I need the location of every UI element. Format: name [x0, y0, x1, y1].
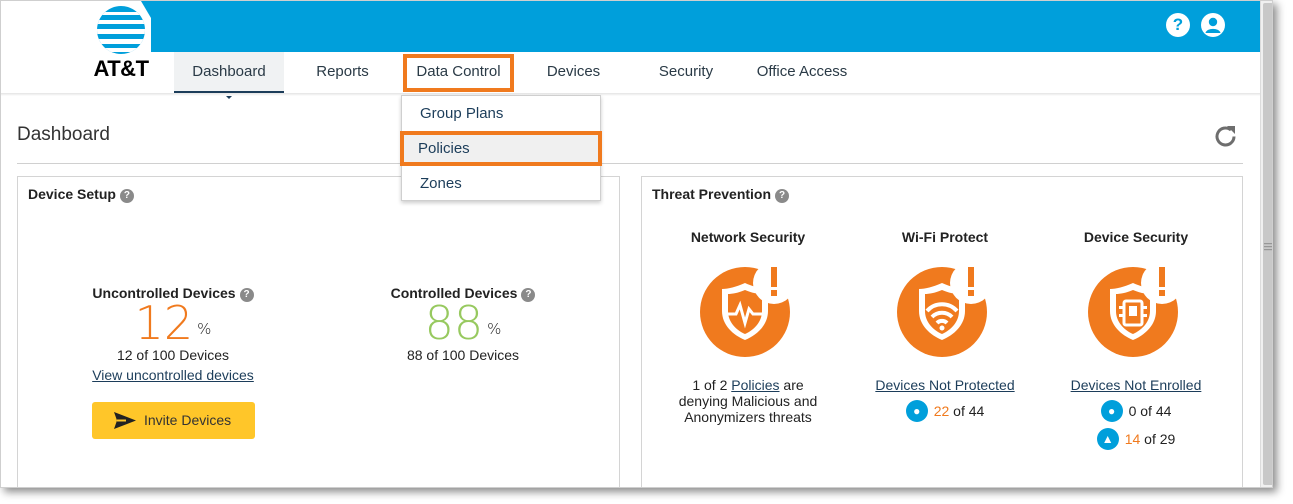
network-security-panel: Network Security 1 of 2 Policies are den… — [668, 229, 828, 425]
controlled-devices-stat: Controlled Devices? 88% 88 of 100 Device… — [363, 285, 563, 363]
page-title: Dashboard — [17, 124, 110, 145]
menu-item-group-plans[interactable]: Group Plans — [402, 96, 600, 131]
uncontrolled-help-icon[interactable]: ? — [239, 288, 254, 302]
device-setup-help-icon[interactable]: ? — [119, 189, 134, 203]
help-icon[interactable]: ? — [1166, 13, 1190, 37]
header-band — [151, 1, 1261, 52]
scrollbar-grip-icon: — — — — [1264, 238, 1273, 254]
nav-tab-devices[interactable]: Devices — [516, 52, 631, 94]
globe-icon — [97, 6, 145, 54]
data-control-dropdown: Group Plans Policies Zones — [400, 95, 602, 201]
wifi-protect-shield-icon — [895, 259, 995, 357]
controlled-percent: 88% — [424, 296, 502, 350]
page-title-divider — [17, 163, 1243, 164]
logo-text: AT&T — [93, 56, 149, 81]
controlled-count: 88 of 100 Devices — [406, 347, 520, 363]
nav-tab-reports[interactable]: Reports — [284, 52, 401, 94]
policies-link[interactable]: Policies — [731, 377, 779, 393]
uncontrolled-count: 12 of 100 Devices — [116, 347, 230, 363]
network-security-title: Network Security — [690, 229, 806, 245]
menu-item-zones[interactable]: Zones — [402, 166, 600, 201]
uncontrolled-percent: 12% — [134, 296, 212, 350]
device-android-count: ▲ 14 of 29 — [1056, 427, 1216, 451]
controlled-help-icon[interactable]: ? — [521, 288, 536, 302]
app-window: AT&T ? Dashboard Reports Data Control De… — [0, 0, 1273, 488]
devices-not-enrolled-link[interactable]: Devices Not Enrolled — [1071, 377, 1202, 393]
att-logo[interactable]: AT&T — [89, 6, 153, 84]
device-security-panel: Device Security Devices Not Enrolled ● 0 … — [1056, 229, 1216, 451]
threat-prevention-help-icon[interactable]: ? — [775, 189, 790, 203]
nav-tab-dashboard[interactable]: Dashboard — [174, 52, 284, 99]
view-uncontrolled-devices-link[interactable]: View uncontrolled devices — [92, 367, 254, 383]
apple-icon: ● — [1100, 400, 1123, 423]
device-ios-count: ● 0 of 44 — [1056, 399, 1216, 423]
device-security-title: Device Security — [1083, 229, 1189, 245]
wifi-ios-count: ● 22 of 44 — [865, 399, 1025, 423]
user-account-icon[interactable] — [1201, 13, 1225, 37]
wifi-protect-title: Wi-Fi Protect — [901, 229, 989, 245]
nav-tab-office-access[interactable]: Office Access — [741, 52, 863, 94]
main-nav: Dashboard Reports Data Control Devices S… — [174, 52, 863, 99]
refresh-icon[interactable] — [1212, 123, 1239, 150]
network-security-summary: 1 of 2 Policies are denying Malicious an… — [678, 377, 818, 425]
menu-item-policies[interactable]: Policies — [400, 131, 602, 166]
nav-tab-security[interactable]: Security — [631, 52, 741, 94]
nav-tab-data-control[interactable]: Data Control — [401, 52, 516, 94]
apple-icon: ● — [905, 400, 928, 423]
android-icon: ▲ — [1096, 428, 1119, 451]
threat-prevention-title: Threat Prevention? — [652, 186, 790, 203]
wifi-protect-panel: Wi-Fi Protect Devices Not Protected ● 22 … — [865, 229, 1025, 423]
send-icon — [114, 412, 136, 429]
device-security-shield-icon — [1086, 259, 1186, 357]
vertical-scrollbar[interactable]: — — — — [1260, 1, 1273, 487]
device-setup-title: Device Setup? — [28, 186, 134, 203]
network-security-shield-icon — [698, 259, 798, 357]
invite-devices-button[interactable]: Invite Devices — [92, 402, 255, 439]
nav-divider — [1, 93, 1261, 96]
devices-not-protected-link[interactable]: Devices Not Protected — [875, 377, 1014, 393]
uncontrolled-devices-stat: Uncontrolled Devices? 12% 12 of 100 Devi… — [73, 285, 273, 385]
